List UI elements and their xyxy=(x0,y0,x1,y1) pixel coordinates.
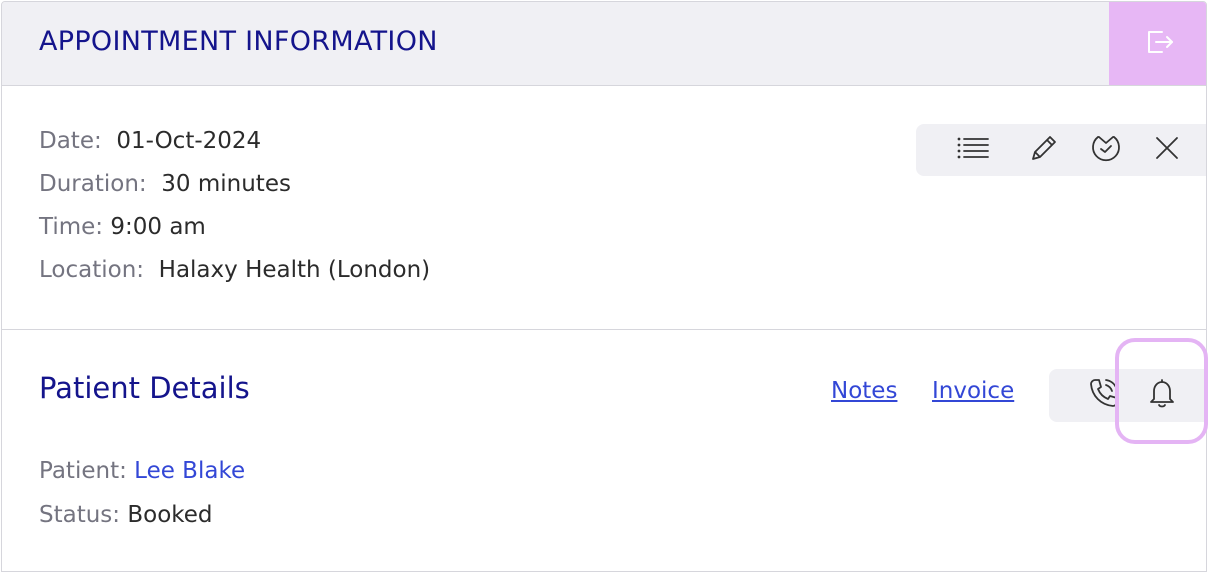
list-icon xyxy=(956,135,990,165)
panel-title: APPOINTMENT INFORMATION xyxy=(39,26,438,57)
duration-row: Duration: 30 minutes xyxy=(39,171,291,197)
status-label: Status: xyxy=(39,502,121,528)
list-button[interactable] xyxy=(953,130,993,170)
duration-value: 30 minutes xyxy=(161,171,291,197)
appointment-toolbar xyxy=(916,124,1206,176)
panel-header: APPOINTMENT INFORMATION xyxy=(2,2,1206,86)
date-value: 01-Oct-2024 xyxy=(116,128,262,154)
reminder-button[interactable] xyxy=(1140,373,1184,417)
patient-details-section: Patient Details Notes Invoice Patient: L… xyxy=(2,331,1206,571)
check-in-button[interactable] xyxy=(1086,130,1126,170)
section-title: Patient Details xyxy=(39,371,250,405)
appointment-details: Date: 01-Oct-2024 Duration: 30 minutes T… xyxy=(2,86,1206,330)
pencil-icon xyxy=(1028,132,1060,168)
exit-button[interactable] xyxy=(1109,2,1206,85)
duration-label: Duration: xyxy=(39,171,147,197)
exit-icon xyxy=(1142,25,1176,63)
patient-row: Patient: Lee Blake xyxy=(39,458,245,484)
cancel-button[interactable] xyxy=(1147,130,1187,170)
status-value: Booked xyxy=(127,502,213,528)
invoice-link[interactable]: Invoice xyxy=(932,378,1014,404)
time-value: 9:00 am xyxy=(110,214,206,240)
close-icon xyxy=(1154,135,1180,165)
bell-icon xyxy=(1148,377,1176,413)
notes-link[interactable]: Notes xyxy=(831,378,897,404)
status-row: Status: Booked xyxy=(39,502,213,528)
clock-check-icon xyxy=(1089,131,1123,169)
patient-name-link[interactable]: Lee Blake xyxy=(134,458,245,484)
location-label: Location: xyxy=(39,257,145,283)
patient-label: Patient: xyxy=(39,458,127,484)
appointment-panel: APPOINTMENT INFORMATION Date: 01-Oct-202… xyxy=(1,1,1207,572)
time-label: Time: xyxy=(39,214,104,240)
patient-actions xyxy=(1049,369,1206,422)
phone-icon xyxy=(1087,376,1121,414)
call-button[interactable] xyxy=(1082,373,1126,417)
time-row: Time: 9:00 am xyxy=(39,214,206,240)
location-row: Location: Halaxy Health (London) xyxy=(39,257,430,283)
date-label: Date: xyxy=(39,128,102,154)
edit-button[interactable] xyxy=(1024,130,1064,170)
date-row: Date: 01-Oct-2024 xyxy=(39,128,261,154)
location-value: Halaxy Health (London) xyxy=(158,257,431,283)
